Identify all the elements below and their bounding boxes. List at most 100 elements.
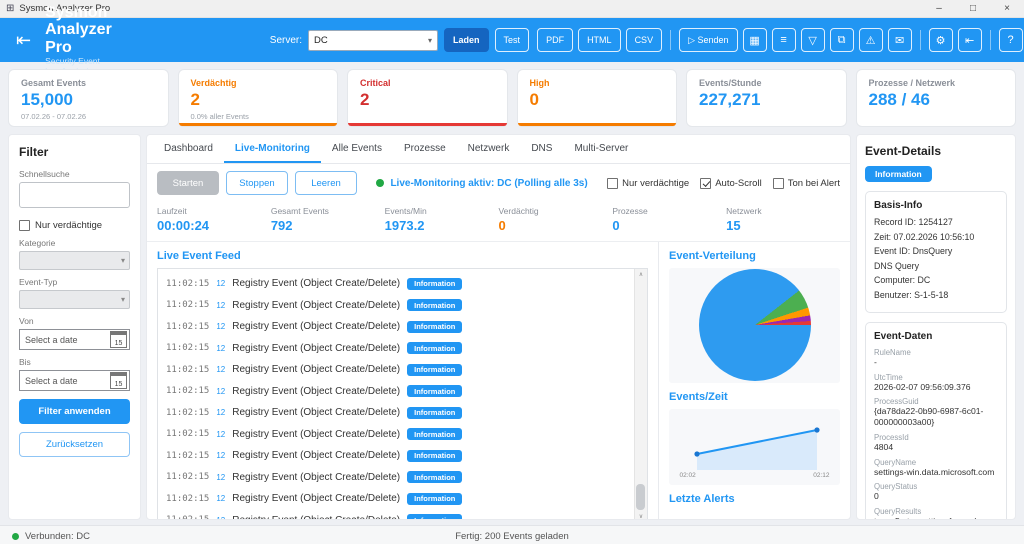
field-label: QueryResults bbox=[874, 507, 998, 516]
filter-anwenden-button[interactable]: Filter anwenden bbox=[19, 399, 130, 424]
filter-button[interactable]: ▽ bbox=[801, 28, 825, 52]
status-center-text: Fertig: 200 Events geladen bbox=[0, 531, 1024, 542]
leeren-button[interactable]: Leeren bbox=[295, 171, 357, 195]
alerts-button[interactable]: ⚠ bbox=[859, 28, 883, 52]
status-dot-icon bbox=[376, 179, 384, 187]
mstat-verdaechtig: Verdächtig 0 bbox=[498, 206, 612, 233]
feed-event-row[interactable]: 11:02:15 12 Registry Event (Object Creat… bbox=[166, 295, 631, 317]
copy-button[interactable]: ⧉ bbox=[830, 28, 854, 52]
feed-event-row[interactable]: 11:02:15 12 Registry Event (Object Creat… bbox=[166, 273, 631, 295]
feed-event-row[interactable]: 11:02:15 12 Registry Event (Object Creat… bbox=[166, 381, 631, 403]
filter-sidebar: Filter Schnellsuche Nur verdächtige Kate… bbox=[8, 134, 141, 520]
mstat-gesamt-events: Gesamt Events 792 bbox=[271, 206, 385, 233]
field-label: QueryStatus bbox=[874, 482, 998, 491]
mstat-events-min: Events/Min 1973.2 bbox=[385, 206, 499, 233]
charts-column: Event-Verteilung Events/Zeit 02:02 02:12 bbox=[658, 242, 850, 519]
stat-label: Verdächtig bbox=[191, 78, 326, 88]
event-level-badge: Information bbox=[407, 407, 462, 419]
event-level-badge: Information bbox=[407, 428, 462, 440]
tab-netzwerk[interactable]: Netzwerk bbox=[457, 135, 521, 163]
tab-multi-server[interactable]: Multi-Server bbox=[563, 135, 639, 163]
events-time-chart: 02:02 02:12 bbox=[669, 409, 840, 485]
event-text: Registry Event (Object Create/Delete) bbox=[232, 364, 400, 375]
feed-event-row[interactable]: 11:02:15 12 Registry Event (Object Creat… bbox=[166, 467, 631, 489]
envelope-icon: ✉ bbox=[895, 34, 904, 47]
live-event-feed-section: Live Event Feed 11:02:15 12 Registry Eve… bbox=[147, 242, 658, 519]
export-pdf-button[interactable]: PDF bbox=[537, 28, 573, 52]
minimize-button[interactable]: – bbox=[922, 0, 956, 17]
event-feed-list[interactable]: 11:02:15 12 Registry Event (Object Creat… bbox=[157, 268, 648, 519]
scroll-down-icon[interactable]: ∨ bbox=[639, 513, 643, 519]
event-level-badge: Information bbox=[407, 364, 462, 376]
calendar-picker-icon[interactable]: 15 bbox=[110, 372, 127, 389]
filter-only-suspicious[interactable]: Nur verdächtige bbox=[19, 220, 130, 231]
senden-button[interactable]: ▷ Senden bbox=[679, 28, 737, 52]
event-data-field: QueryStatus 0 bbox=[874, 482, 998, 502]
stat-accent-bar bbox=[518, 123, 677, 126]
tab-dashboard[interactable]: Dashboard bbox=[153, 135, 224, 163]
event-id: 12 bbox=[216, 365, 225, 374]
stat-value: 0 bbox=[530, 90, 665, 110]
feed-event-row[interactable]: 11:02:15 12 Registry Event (Object Creat… bbox=[166, 316, 631, 338]
checkbox-label: Ton bei Alert bbox=[788, 178, 840, 189]
field-label: ProcessId bbox=[874, 433, 998, 442]
laden-button[interactable]: Laden bbox=[444, 28, 489, 52]
event-typ-select[interactable]: ▾ bbox=[19, 290, 130, 309]
event-time: 11:02:15 bbox=[166, 515, 209, 519]
status-left-text: Verbunden: DC bbox=[25, 531, 90, 542]
feed-event-row[interactable]: 11:02:15 12 Registry Event (Object Creat… bbox=[166, 359, 631, 381]
scroll-up-icon[interactable]: ∧ bbox=[639, 271, 643, 278]
mail-button[interactable]: ✉ bbox=[888, 28, 912, 52]
event-id: 12 bbox=[216, 408, 225, 417]
checkbox-icon[interactable] bbox=[607, 178, 618, 189]
tab-dns[interactable]: DNS bbox=[520, 135, 563, 163]
checkbox-icon[interactable] bbox=[773, 178, 784, 189]
bis-date-picker[interactable]: Select a date 15 bbox=[19, 370, 130, 391]
maximize-button[interactable]: □ bbox=[956, 0, 990, 17]
tab-prozesse[interactable]: Prozesse bbox=[393, 135, 457, 163]
export-html-button[interactable]: HTML bbox=[578, 28, 621, 52]
feed-event-row[interactable]: 11:02:15 12 Registry Event (Object Creat… bbox=[166, 488, 631, 510]
feed-event-row[interactable]: 11:02:15 12 Registry Event (Object Creat… bbox=[166, 424, 631, 446]
basis-line: Event ID: DnsQuery bbox=[874, 246, 998, 256]
senden-label: Senden bbox=[698, 35, 729, 45]
feed-event-row[interactable]: 11:02:15 12 Registry Event (Object Creat… bbox=[166, 510, 631, 520]
list-button[interactable]: ≡ bbox=[772, 28, 796, 52]
server-select[interactable]: DC ▾ bbox=[308, 30, 438, 51]
checkbox-nur-verdaechtige[interactable]: Nur verdächtige bbox=[607, 178, 689, 189]
back-icon[interactable]: ⇤ bbox=[10, 31, 37, 49]
header-separator bbox=[990, 30, 991, 50]
tab-alle-events[interactable]: Alle Events bbox=[321, 135, 393, 163]
test-button[interactable]: Test bbox=[495, 28, 530, 52]
collapse-button[interactable]: ⇤ bbox=[958, 28, 982, 52]
feed-scrollbar[interactable]: ∧ ∨ bbox=[634, 269, 647, 519]
feed-event-row[interactable]: 11:02:15 12 Registry Event (Object Creat… bbox=[166, 445, 631, 467]
basis-line: Computer: DC bbox=[874, 275, 998, 285]
settings-button[interactable]: ⚙ bbox=[929, 28, 953, 52]
mstat-value: 0 bbox=[612, 218, 726, 233]
feed-event-row[interactable]: 11:02:15 12 Registry Event (Object Creat… bbox=[166, 402, 631, 424]
checkbox-icon[interactable] bbox=[19, 220, 30, 231]
kategorie-select[interactable]: ▾ bbox=[19, 251, 130, 270]
stoppen-button[interactable]: Stoppen bbox=[226, 171, 288, 195]
copy-icon: ⧉ bbox=[838, 34, 846, 47]
checkbox-checked-icon[interactable] bbox=[700, 178, 711, 189]
von-date-picker[interactable]: Select a date 15 bbox=[19, 329, 130, 350]
schnellsuche-input[interactable] bbox=[19, 182, 130, 208]
zuruecksetzen-button[interactable]: Zurücksetzen bbox=[19, 432, 130, 457]
export-csv-button[interactable]: CSV bbox=[626, 28, 663, 52]
event-distribution-chart bbox=[669, 268, 840, 383]
help-button[interactable]: ? bbox=[999, 28, 1023, 52]
starten-button[interactable]: Starten bbox=[157, 171, 219, 195]
checkbox-ton-bei-alert[interactable]: Ton bei Alert bbox=[773, 178, 840, 189]
event-data-field: ProcessGuid {da78da22-0b90-6987-6c01-000… bbox=[874, 397, 998, 427]
scrollbar-thumb[interactable] bbox=[636, 484, 645, 510]
feed-event-row[interactable]: 11:02:15 12 Registry Event (Object Creat… bbox=[166, 338, 631, 360]
event-time: 11:02:15 bbox=[166, 408, 209, 418]
calendar-button[interactable]: ▦ bbox=[743, 28, 767, 52]
checkbox-auto-scroll[interactable]: Auto-Scroll bbox=[700, 178, 761, 189]
close-button[interactable]: × bbox=[990, 0, 1024, 17]
calendar-picker-icon[interactable]: 15 bbox=[110, 331, 127, 348]
event-text: Registry Event (Object Create/Delete) bbox=[232, 300, 400, 311]
tab-live-monitoring[interactable]: Live-Monitoring bbox=[224, 135, 321, 163]
